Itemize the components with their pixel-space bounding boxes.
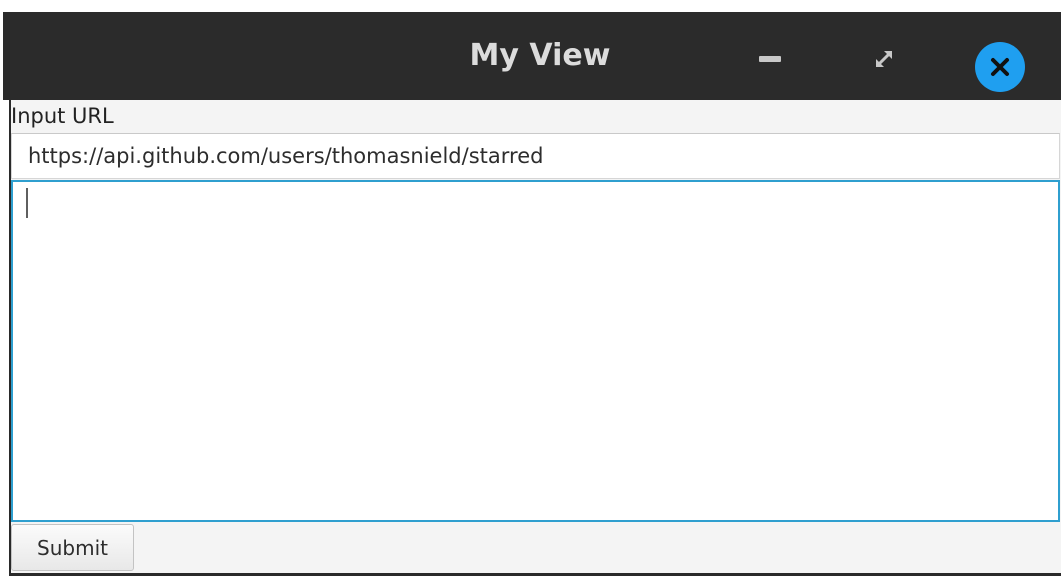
close-icon (991, 58, 1009, 76)
window-titlebar[interactable]: My View (3, 12, 1061, 100)
submit-button[interactable]: Submit (11, 524, 134, 571)
maximize-button[interactable] (862, 39, 906, 79)
minimize-button[interactable] (748, 39, 792, 79)
response-textarea[interactable] (11, 180, 1060, 522)
maximize-icon (876, 51, 892, 67)
top-strip (0, 0, 1061, 12)
url-input[interactable] (11, 133, 1060, 179)
minimize-icon (759, 56, 781, 62)
close-button[interactable] (975, 42, 1025, 92)
text-caret (26, 188, 28, 218)
application-window: My View Input URL Submit (0, 0, 1061, 576)
input-url-label: Input URL (11, 104, 114, 128)
